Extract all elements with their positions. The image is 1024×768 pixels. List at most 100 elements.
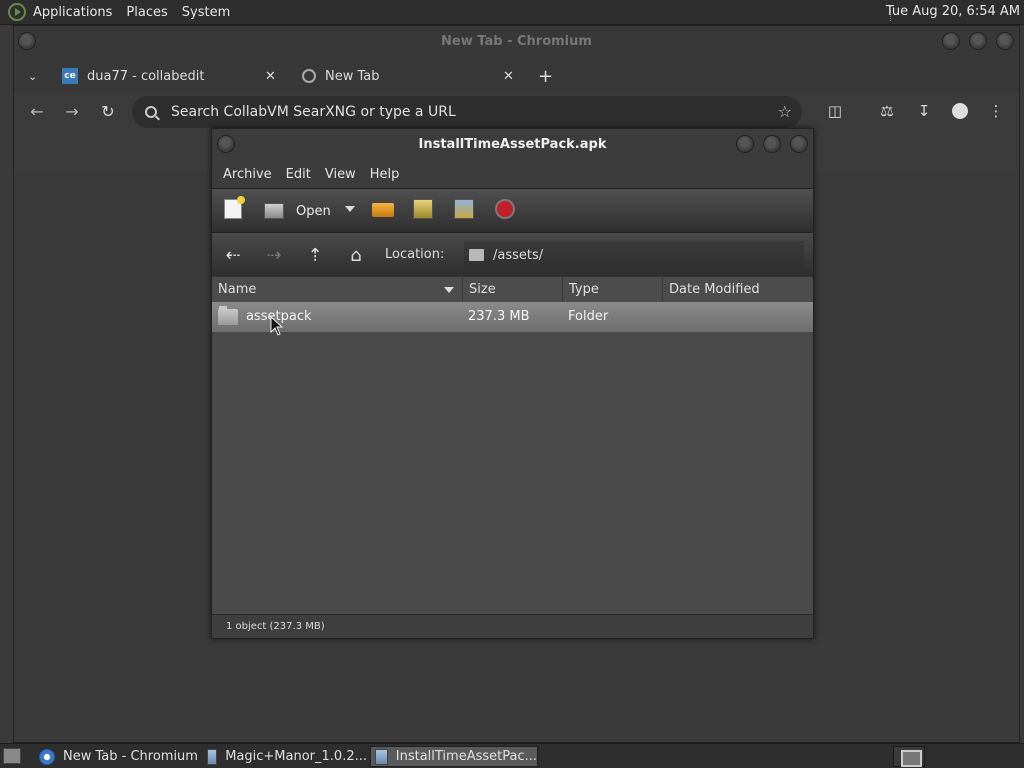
column-header-date-modified[interactable]: Date Modified	[663, 277, 813, 303]
back-button[interactable]: ←	[26, 100, 48, 122]
workspace-switcher[interactable]	[893, 746, 925, 767]
extensions-icon[interactable]: ◫	[825, 101, 845, 121]
open-folder-icon	[264, 203, 284, 219]
new-tab-button[interactable]: +	[538, 60, 558, 92]
menu-applications[interactable]: Applications	[26, 5, 119, 20]
menu-system[interactable]: System	[175, 5, 237, 20]
top-panel: Applications Places System Tue Aug 20, 6…	[0, 0, 1024, 25]
stop-icon	[495, 199, 515, 219]
close-button[interactable]	[790, 135, 808, 153]
sort-descending-icon	[444, 287, 454, 293]
reload-icon: ↻	[101, 101, 115, 121]
add-folder-icon	[454, 199, 474, 219]
tab-collabedit[interactable]: ce dua77 - collabedit ✕	[62, 60, 282, 92]
chromium-toolbar: ← → ↻ Search CollabVM SearXNG or type a …	[14, 92, 1019, 132]
reload-button[interactable]: ↻	[97, 100, 119, 122]
status-bar: 1 object (237.3 MB)	[212, 614, 813, 638]
chromium-icon	[39, 748, 55, 765]
tab-new-tab[interactable]: New Tab ✕	[302, 60, 522, 92]
extract-icon	[372, 203, 394, 217]
minimize-button[interactable]	[942, 32, 960, 50]
file-list[interactable]: assetpack 237.3 MB Folder	[212, 302, 813, 588]
arrow-left-icon: ←	[30, 101, 44, 121]
task-installtimeassetpack[interactable]: InstallTimeAssetPac...	[370, 746, 538, 767]
chromium-window-title: New Tab - Chromium	[441, 34, 592, 49]
download-icon[interactable]: ↧	[914, 101, 934, 121]
tab-label: New Tab	[325, 68, 380, 84]
menu-places[interactable]: Places	[119, 5, 174, 20]
new-archive-button[interactable]	[224, 196, 246, 221]
maximize-button[interactable]	[763, 135, 781, 153]
collabedit-icon: ce	[62, 68, 78, 84]
task-label: Magic+Manor_1.0.2...	[225, 749, 367, 764]
open-button[interactable]: Open	[264, 199, 331, 223]
forward-icon[interactable]: ⇢	[263, 244, 285, 266]
mouse-pointer-icon	[270, 316, 284, 336]
plus-icon: +	[538, 65, 554, 87]
forward-button[interactable]: →	[61, 100, 83, 122]
location-path: /assets/	[493, 247, 544, 263]
column-header-name[interactable]: Name	[212, 277, 463, 303]
archive-window-title: InstallTimeAssetPack.apk	[418, 137, 607, 152]
task-label: InstallTimeAssetPac...	[395, 749, 537, 764]
open-label: Open	[296, 203, 331, 219]
arrow-right-icon: →	[65, 101, 79, 121]
search-icon	[145, 106, 157, 118]
task-label: New Tab - Chromium	[63, 749, 198, 764]
maximize-button[interactable]	[969, 32, 987, 50]
clock[interactable]: Tue Aug 20, 6:54 AM	[886, 4, 1020, 19]
folder-icon	[469, 249, 484, 261]
menu-help[interactable]: Help	[363, 167, 407, 182]
column-header-type[interactable]: Type	[563, 277, 663, 303]
tab-label: dua77 - collabedit	[87, 68, 205, 84]
omnibox-placeholder[interactable]: Search CollabVM SearXNG or type a URL	[171, 104, 456, 120]
location-field[interactable]: /assets/	[464, 241, 804, 269]
add-files-icon	[413, 199, 433, 219]
row-size: 237.3 MB	[468, 309, 530, 324]
archive-titlebar[interactable]: InstallTimeAssetPack.apk	[212, 129, 813, 160]
stop-button[interactable]	[495, 199, 517, 221]
chromium-titlebar[interactable]: New Tab - Chromium	[14, 26, 1019, 58]
up-icon[interactable]: ⇡	[304, 244, 326, 266]
distro-logo-icon[interactable]	[8, 3, 26, 21]
menu-view[interactable]: View	[318, 167, 363, 182]
menu-edit[interactable]: Edit	[279, 167, 318, 182]
row-type: Folder	[568, 309, 609, 324]
profile-avatar-icon[interactable]	[950, 101, 970, 121]
column-header-size[interactable]: Size	[463, 277, 563, 303]
tab-search-button[interactable]: ⌄	[28, 60, 48, 92]
kebab-menu-icon[interactable]: ⋮	[986, 101, 1006, 121]
chevron-down-icon: ⌄	[28, 69, 38, 83]
archive-menubar: Archive Edit View Help	[212, 160, 813, 188]
minimize-button[interactable]	[736, 135, 754, 153]
omnibox[interactable]: Search CollabVM SearXNG or type a URL ☆	[132, 96, 802, 128]
window-menu-button[interactable]	[217, 135, 235, 153]
location-label: Location:	[385, 247, 445, 262]
column-headers: Name Size Type Date Modified	[212, 276, 813, 303]
folder-icon	[218, 306, 238, 325]
menu-archive[interactable]: Archive	[216, 167, 279, 182]
close-button[interactable]	[996, 32, 1014, 50]
new-document-icon	[224, 196, 245, 219]
extract-button[interactable]	[372, 199, 394, 221]
location-bar: ⇠ ⇢ ⇡ ⌂ Location: /assets/	[212, 232, 813, 276]
close-icon[interactable]: ✕	[265, 69, 276, 84]
task-chromium[interactable]: New Tab - Chromium	[35, 746, 199, 767]
archive-toolbar: Open	[212, 188, 813, 232]
bookmark-star-icon[interactable]: ☆	[778, 102, 792, 121]
show-desktop-icon[interactable]	[3, 748, 21, 764]
back-icon[interactable]: ⇠	[222, 244, 244, 266]
task-magic-manor[interactable]: Magic+Manor_1.0.2...	[203, 746, 367, 767]
labs-flask-icon[interactable]: ⚖	[877, 101, 897, 121]
add-files-button[interactable]	[413, 199, 435, 221]
home-icon[interactable]: ⌂	[345, 244, 367, 266]
add-folder-button[interactable]	[454, 199, 476, 221]
open-dropdown-arrow-icon[interactable]	[345, 206, 355, 212]
archive-icon	[207, 748, 218, 765]
globe-icon	[302, 69, 316, 83]
close-icon[interactable]: ✕	[503, 69, 514, 84]
table-row[interactable]: assetpack 237.3 MB Folder	[212, 302, 813, 332]
tab-strip: ⌄ ce dua77 - collabedit ✕ New Tab ✕ +	[14, 58, 1019, 92]
archive-icon	[375, 748, 388, 765]
window-menu-button[interactable]	[18, 32, 36, 50]
